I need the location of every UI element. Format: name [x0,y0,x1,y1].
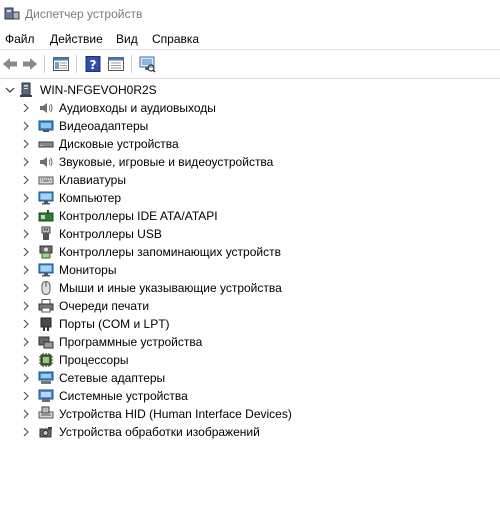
expand-chevron-icon[interactable] [22,229,30,239]
collapse-chevron-icon[interactable] [5,85,15,95]
toolbar-separator [44,55,45,73]
expand-chevron-icon[interactable] [22,373,30,383]
menu-view[interactable]: Вид [116,32,138,46]
properties-icon[interactable] [107,55,125,73]
disk-drive-icon [38,141,54,148]
storage-controller-icon [39,245,53,259]
menu-bar: Файл Действие Вид Справка [0,29,500,50]
tree-item[interactable]: Системные устройства [0,387,500,405]
help-icon[interactable]: ? [84,55,102,73]
expand-chevron-icon[interactable] [22,247,30,257]
expand-chevron-icon[interactable] [22,103,30,113]
expand-chevron-icon[interactable] [22,211,30,221]
tree-item-label: Порты (COM и LPT) [59,317,170,331]
tree-item-label: Мыши и иные указывающие устройства [59,281,282,295]
tree-item[interactable]: Контроллеры USB [0,225,500,243]
tree-item-label: Системные устройства [59,389,188,403]
forward-arrow-icon[interactable] [21,55,39,73]
tree-item[interactable]: Процессоры [0,351,500,369]
tree-item[interactable]: Очереди печати [0,297,500,315]
usb-icon [41,226,51,240]
tree-item[interactable]: Устройства HID (Human Interface Devices) [0,405,500,423]
system-device-icon [38,389,54,402]
expand-chevron-icon[interactable] [22,391,30,401]
keyboard-icon [38,176,54,185]
ide-controller-icon [38,210,54,222]
expand-chevron-icon[interactable] [22,121,30,131]
processor-icon [39,353,53,367]
tree-item-label: Контроллеры запоминающих устройств [59,245,281,259]
printer-icon [38,299,54,313]
scan-hardware-icon[interactable] [138,55,156,73]
expand-chevron-icon[interactable] [22,139,30,149]
imaging-device-icon [39,427,52,438]
tree-item-label: Звуковые, игровые и видеоустройства [59,155,274,169]
expand-chevron-icon[interactable] [22,319,30,329]
hid-icon [38,406,54,419]
menu-action[interactable]: Действие [50,32,103,46]
expand-chevron-icon[interactable] [22,337,30,347]
tree-item-label: Клавиатуры [59,173,126,187]
svg-text:?: ? [90,58,97,72]
tree-item-label: Компьютер [59,191,122,205]
software-device-icon [38,336,54,349]
menu-help[interactable]: Справка [152,32,199,46]
device-manager-icon [4,7,20,20]
menu-file[interactable]: Файл [5,32,35,46]
expand-chevron-icon[interactable] [22,193,30,203]
speaker-icon [40,157,53,167]
tree-item-label: Мониторы [59,263,117,277]
back-arrow-icon[interactable] [1,55,19,73]
expand-chevron-icon[interactable] [22,283,30,293]
expand-chevron-icon[interactable] [22,265,30,275]
tree-item[interactable]: Программные устройства [0,333,500,351]
toolbar: ? [0,50,500,79]
tree-item-label: Устройства HID (Human Interface Devices) [59,407,292,421]
tree-item-label: Видеоадаптеры [59,119,149,133]
show-hide-console-tree-icon[interactable] [52,55,70,73]
tree-item[interactable]: Устройства обработки изображений [0,423,500,441]
network-adapter-icon [38,371,54,384]
tree-item-label: Процессоры [59,353,129,367]
tree-item[interactable]: Контроллеры IDE ATA/ATAPI [0,207,500,225]
expand-chevron-icon[interactable] [22,427,30,437]
tree-item-label: Сетевые адаптеры [59,371,166,385]
tree-item[interactable]: Сетевые адаптеры [0,369,500,387]
tree-item[interactable]: Мыши и иные указывающие устройства [0,279,500,297]
computer-name: WIN-NFGEVOH0R2S [40,83,157,97]
tree-item[interactable]: Контроллеры запоминающих устройств [0,243,500,261]
mouse-icon [41,281,51,295]
tree-item[interactable]: Дисковые устройства [0,135,500,153]
tree-item[interactable]: Видеоадаптеры [0,117,500,135]
expand-chevron-icon[interactable] [22,175,30,185]
tree-item-label: Очереди печати [59,299,150,313]
monitor-icon [38,263,54,277]
tree-item[interactable]: Мониторы [0,261,500,279]
tree-item-label: Аудиовходы и аудиовыходы [59,101,216,115]
expand-chevron-icon[interactable] [22,157,30,167]
tree-item[interactable]: Компьютер [0,189,500,207]
computer-icon [20,82,32,97]
tree-item[interactable]: Клавиатуры [0,171,500,189]
expand-chevron-icon[interactable] [22,355,30,365]
tree-root[interactable]: WIN-NFGEVOH0R2S [0,81,500,99]
tree-item[interactable]: Звуковые, игровые и видеоустройства [0,153,500,171]
tree-item[interactable]: Аудиовходы и аудиовыходы [0,99,500,117]
tree-item-label: Контроллеры USB [59,227,162,241]
display-adapter-icon [38,120,54,132]
expand-chevron-icon[interactable] [22,409,30,419]
tree-item-label: Дисковые устройства [59,137,179,151]
toolbar-separator [131,55,132,73]
tree-item-label: Устройства обработки изображений [59,425,260,439]
toolbar-separator [76,55,77,73]
monitor-icon [38,191,54,205]
window-title: Диспетчер устройств [25,7,143,21]
expand-chevron-icon[interactable] [22,301,30,311]
port-icon [40,317,52,331]
speaker-icon [40,103,53,113]
tree-item[interactable]: Порты (COM и LPT) [0,315,500,333]
title-bar: Диспетчер устройств [0,0,500,28]
tree-item-label: Программные устройства [59,335,203,349]
tree-item-label: Контроллеры IDE ATA/ATAPI [59,209,218,223]
